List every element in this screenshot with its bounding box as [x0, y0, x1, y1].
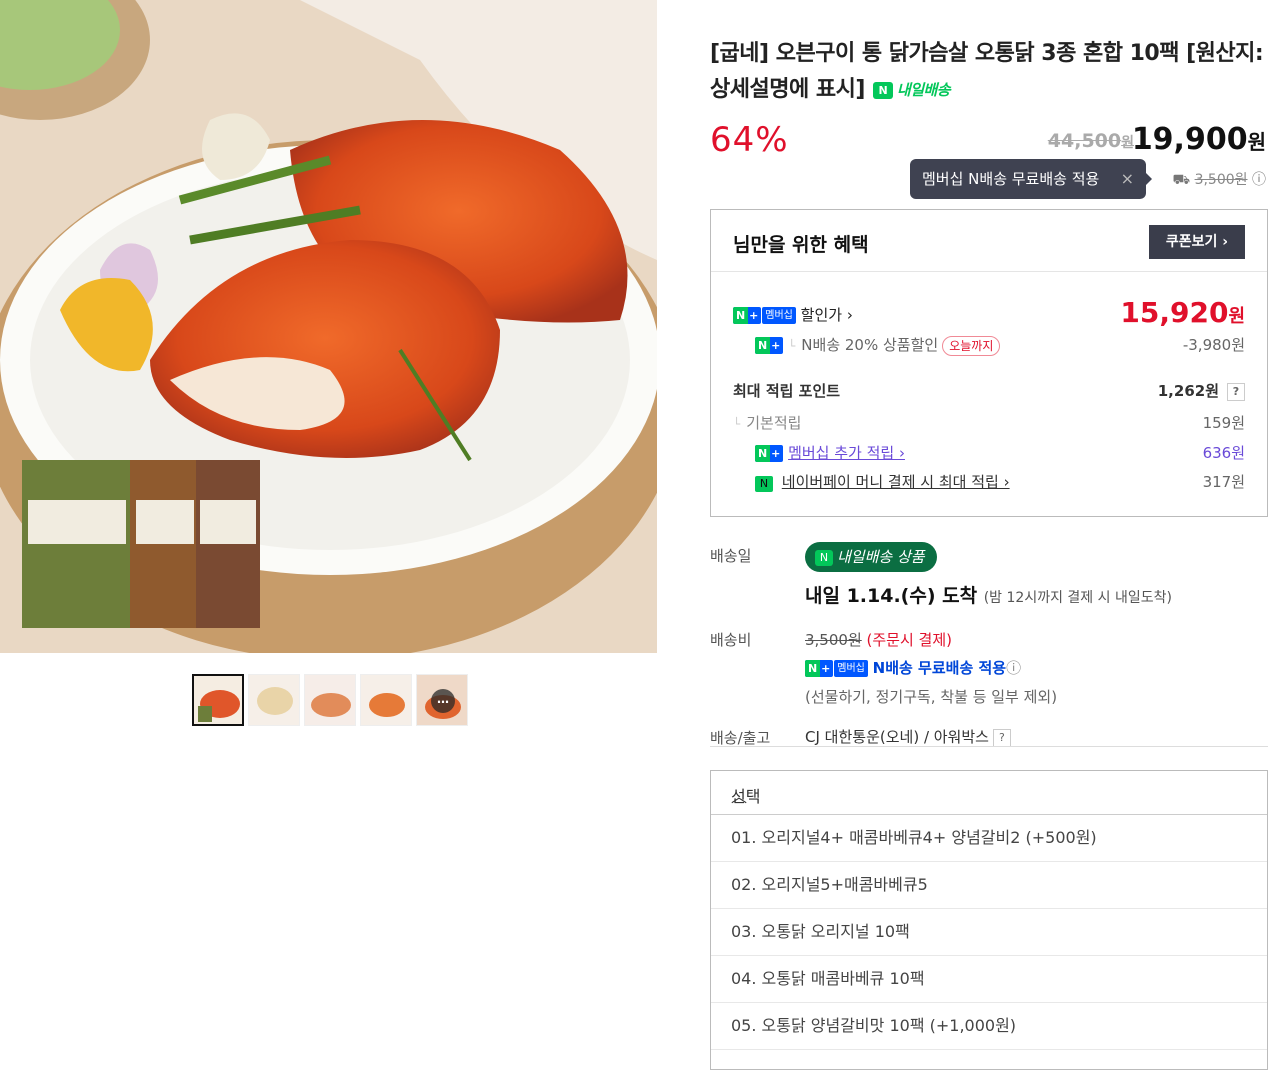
member-price-label[interactable]: 할인가 ›: [801, 306, 853, 324]
info-icon[interactable]: ⓘ: [1006, 659, 1021, 677]
thumbnail-strip: …: [192, 674, 468, 726]
sale-price: 19,900원: [1132, 122, 1266, 157]
product-title: [굽네] 오븐구이 통 닭가슴살 오통닭 3종 혼합 10팩 [원산지:상세설명…: [710, 36, 1266, 108]
sale-price-unit: 원: [1247, 130, 1266, 154]
coupon-view-button[interactable]: 쿠폰보기 ›: [1149, 225, 1245, 259]
option-select-header[interactable]: 선택 ︿: [711, 771, 1267, 815]
membership-points-link[interactable]: 멤버십 추가 적립 ›: [788, 444, 905, 462]
option-item[interactable]: 02. 오리지널5+매콤바베큐5: [711, 862, 1267, 909]
base-points-label: 기본적립: [733, 414, 801, 432]
npay-discount-row: N + N배송 20% 상품할인오늘까지 -3,980원: [733, 334, 1245, 356]
close-icon[interactable]: ×: [1121, 159, 1134, 199]
free-shipping-tooltip: 멤버십 N배송 무료배송 적용 ×: [910, 159, 1152, 199]
benefit-title: 님만을 위한 혜택: [733, 234, 869, 256]
product-title-text: [굽네] 오븐구이 통 닭가슴살 오통닭 3종 혼합 10팩 [원산지:상세설명…: [710, 41, 1264, 102]
shipping-fee-note: (주문시 결제): [866, 631, 953, 649]
truck-icon: ⛟: [1172, 172, 1191, 188]
carrier: CJ 대한통운(오네) / 아워박스?: [805, 726, 1011, 747]
member-price-row: N + 멤버십 할인가 › 15,920원: [733, 296, 1245, 329]
tooltip-text: 멤버십 N배송 무료배송 적용: [922, 170, 1100, 188]
shipping-fee: 3,500원 (주문시 결제): [805, 629, 952, 650]
naverpay-points-row: N 네이버페이 머니 결제 시 최대 적립 › 317원: [733, 471, 1245, 492]
option-item[interactable]: 03. 오통닭 오리지널 10팩: [711, 909, 1267, 956]
thumbnail-3[interactable]: [304, 674, 356, 726]
info-icon[interactable]: ⓘ: [1252, 172, 1266, 188]
membership-tag: 멤버십: [834, 660, 868, 677]
main-product-image[interactable]: [0, 0, 657, 653]
tomorrow-delivery-badge: N 내일배송: [872, 72, 951, 108]
option-item[interactable]: 05. 오통닭 양념갈비맛 10팩 (+1,000원): [711, 1003, 1267, 1050]
points-row: 최대 적립 포인트 1,262원?: [733, 380, 1245, 401]
member-price-value: 15,920: [1120, 296, 1229, 329]
tomorrow-delivery-pill: N 내일배송 상품: [805, 542, 937, 572]
n-plus-icon: N +: [733, 307, 762, 324]
npay-discount-label: N배송 20% 상품할인: [788, 336, 938, 354]
free-shipping-row: N + 멤버십 N배송 무료배송 적용ⓘ: [805, 657, 1021, 678]
question-icon[interactable]: ?: [992, 728, 1011, 747]
free-shipping-text: N배송 무료배송 적용: [872, 659, 1007, 677]
discount-rate: 64%: [710, 120, 789, 160]
membership-points-row: N + 멤버십 추가 적립 › 636원: [733, 442, 1245, 463]
base-points: 159원: [1202, 414, 1245, 432]
plus-icon: +: [821, 662, 831, 675]
plus-icon: +: [749, 309, 759, 322]
question-icon[interactable]: ?: [1227, 382, 1245, 401]
shipping-fee-summary: ⛟ 3,500원 ⓘ: [1173, 169, 1267, 190]
npay-discount-amount: -3,980원: [1182, 336, 1245, 354]
carrier-text: CJ 대한통운(오네) / 아워박스: [805, 728, 989, 746]
points-total-value: 1,262원: [1157, 382, 1219, 400]
naver-n-icon: N: [872, 81, 893, 99]
base-points-row: 기본적립 159원: [733, 412, 1245, 433]
shipping-fee-strike: 3,500원: [1194, 172, 1248, 188]
member-price-unit: 원: [1228, 306, 1245, 327]
tomorrow-delivery-label: 내일배송: [896, 81, 951, 99]
original-price-value: 44,500: [1047, 130, 1122, 152]
chicken-image: [0, 0, 657, 653]
option-item[interactable]: 04. 오통닭 매콤바베큐 10팩: [711, 956, 1267, 1003]
thumbnail-4[interactable]: [360, 674, 412, 726]
points-total: 1,262원?: [1158, 380, 1245, 401]
shipping-exceptions: (선물하기, 정기구독, 착불 등 일부 제외): [805, 688, 1058, 706]
delivery-pill-wrap: N 내일배송 상품: [805, 542, 937, 572]
sale-price-value: 19,900: [1131, 122, 1248, 157]
arrival-date: 내일 1.14.(수) 도착 (밤 12시까지 결제 시 내일도착): [805, 581, 1172, 608]
option-select: 선택 ︿ 01. 오리지널4+ 매콤바베큐4+ 양념갈비2 (+500원) 02.…: [710, 770, 1268, 1070]
package-images: [22, 460, 260, 628]
image-gallery: …: [0, 0, 657, 1044]
plus-icon: +: [771, 447, 781, 460]
n-plus-icon: N +: [755, 445, 784, 462]
n-plus-icon: N +: [755, 337, 784, 354]
naver-n-icon: N: [815, 549, 833, 566]
membership-tag: 멤버십: [762, 307, 796, 324]
plus-icon: +: [771, 339, 781, 352]
naverpay-points: 317원: [1202, 473, 1245, 491]
original-price: 44,500원: [1048, 130, 1134, 152]
carrier-label: 배송/출고: [710, 729, 771, 747]
option-item[interactable]: 01. 오리지널4+ 매콤바베큐4+ 양념갈비2 (+500원): [711, 815, 1267, 862]
benefit-header: 님만을 위한 혜택 쿠폰보기 ›: [711, 210, 1267, 272]
shipping-fee-label: 배송비: [710, 631, 752, 649]
naverpay-icon: N: [755, 476, 773, 492]
membership-points: 636원: [1202, 444, 1245, 462]
shipping-fee-strike-detail: 3,500원: [805, 631, 862, 649]
today-only-tag: 오늘까지: [942, 336, 1001, 356]
arrival-date-text: 내일 1.14.(수) 도착: [805, 585, 978, 607]
tomorrow-delivery-pill-label: 내일배송 상품: [837, 548, 925, 566]
naverpay-points-link[interactable]: 네이버페이 머니 결제 시 최대 적립 ›: [782, 473, 1010, 491]
chevron-up-icon[interactable]: ︿: [731, 783, 1247, 807]
arrival-note: (밤 12시까지 결제 시 내일도착): [983, 590, 1172, 606]
n-plus-icon: N +: [805, 660, 834, 677]
points-label: 최대 적립 포인트: [733, 382, 841, 400]
more-icon: …: [431, 689, 455, 713]
member-price: 15,920원: [1120, 296, 1245, 329]
benefit-box: 님만을 위한 혜택 쿠폰보기 › N + 멤버십 할인가 › 15,920원 N …: [710, 209, 1268, 517]
delivery-date-label: 배송일: [710, 547, 752, 565]
thumbnail-1[interactable]: [192, 674, 244, 726]
thumbnail-5[interactable]: …: [416, 674, 468, 726]
product-info: [굽네] 오븐구이 통 닭가슴살 오통닭 3종 혼합 10팩 [원산지:상세설명…: [710, 0, 1268, 1070]
thumbnail-2[interactable]: [248, 674, 300, 726]
divider: [710, 746, 1268, 747]
